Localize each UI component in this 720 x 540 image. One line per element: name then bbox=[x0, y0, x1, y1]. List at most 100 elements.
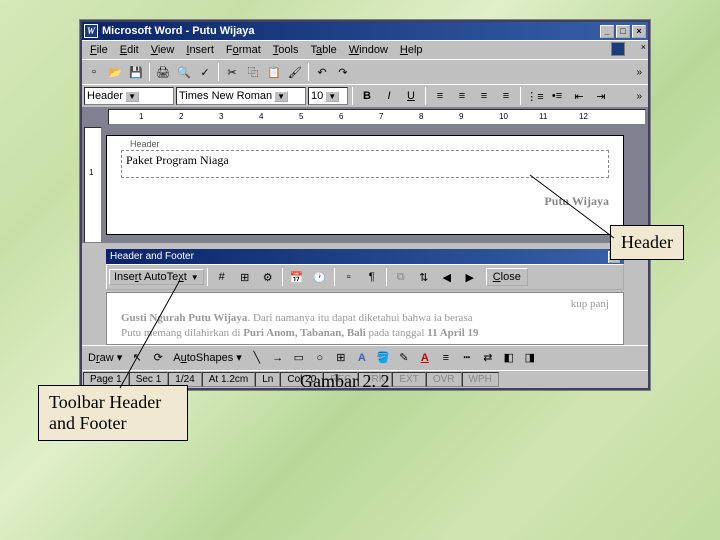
menu-help[interactable]: Help bbox=[394, 42, 429, 58]
font-color-icon[interactable]: A bbox=[415, 348, 435, 368]
format-painter-icon[interactable]: 🖌 bbox=[285, 62, 305, 82]
copy-icon[interactable]: ⿻ bbox=[243, 62, 263, 82]
3d-icon[interactable]: ◨ bbox=[520, 348, 540, 368]
print-preview-icon[interactable]: 🔍 bbox=[174, 62, 194, 82]
cut-icon[interactable]: ✂ bbox=[222, 62, 242, 82]
time-icon[interactable]: 🕐 bbox=[309, 267, 331, 287]
maximize-button[interactable]: □ bbox=[616, 25, 630, 38]
autoshapes-menu[interactable]: AutoShapes ▾ bbox=[169, 349, 246, 366]
style-value: Header bbox=[87, 90, 123, 102]
menu-tools[interactable]: Tools bbox=[267, 42, 305, 58]
word-app-icon: W bbox=[84, 24, 98, 38]
fill-color-icon[interactable]: 🪣 bbox=[373, 348, 393, 368]
page-setup-icon[interactable]: ▫ bbox=[338, 267, 360, 287]
draw-menu[interactable]: Draw ▾ bbox=[84, 349, 126, 366]
new-doc-icon[interactable]: ▫ bbox=[84, 62, 104, 82]
body-line: Putu memang dilahirkan di Puri Anom, Tab… bbox=[121, 326, 609, 340]
menu-view[interactable]: View bbox=[145, 42, 181, 58]
open-icon[interactable]: 📂 bbox=[105, 62, 125, 82]
shadow-icon[interactable]: ◧ bbox=[499, 348, 519, 368]
rotate-icon[interactable]: ⟳ bbox=[148, 348, 168, 368]
bullets-icon[interactable]: •≡ bbox=[547, 87, 567, 105]
align-center-icon[interactable]: ≡ bbox=[452, 87, 472, 105]
save-icon[interactable]: 💾 bbox=[126, 62, 146, 82]
dash-style-icon[interactable]: ┅ bbox=[457, 348, 477, 368]
menu-table[interactable]: Table bbox=[304, 42, 342, 58]
close-window-button[interactable]: × bbox=[632, 25, 646, 38]
decrease-indent-icon[interactable]: ⇤ bbox=[569, 87, 589, 105]
menu-bar: File Edit View Insert Format Tools Table… bbox=[82, 40, 648, 59]
status-ext: EXT bbox=[392, 372, 425, 387]
arrow-style-icon[interactable]: ⇄ bbox=[478, 348, 498, 368]
word-application-window: W Microsoft Word - Putu Wijaya _ □ × Fil… bbox=[80, 20, 650, 390]
underline-button[interactable]: U bbox=[401, 87, 421, 105]
line-style-icon[interactable]: ≡ bbox=[436, 348, 456, 368]
italic-button[interactable]: I bbox=[379, 87, 399, 105]
spellcheck-icon[interactable]: ✓ bbox=[195, 62, 215, 82]
same-as-previous-icon[interactable]: ⧉ bbox=[390, 267, 412, 287]
doc-close-button[interactable]: × bbox=[641, 42, 646, 58]
numbering-icon[interactable]: ⋮≡ bbox=[525, 87, 545, 105]
callout-header-label: Header bbox=[610, 225, 684, 260]
title-bar: W Microsoft Word - Putu Wijaya _ □ × bbox=[82, 22, 648, 40]
format-page-num-icon[interactable]: ⚙ bbox=[257, 267, 279, 287]
date-icon[interactable]: 📅 bbox=[286, 267, 308, 287]
page-number-icon[interactable]: # bbox=[211, 267, 233, 287]
oval-icon[interactable]: ○ bbox=[310, 348, 330, 368]
undo-icon[interactable]: ↶ bbox=[312, 62, 332, 82]
arrow-icon[interactable]: → bbox=[268, 348, 288, 368]
style-dropdown[interactable]: Header ▼ bbox=[84, 87, 174, 105]
formatting-toolbar: Header ▼ Times New Roman ▼ 10 ▼ B I U ≡ … bbox=[82, 84, 648, 107]
font-dropdown[interactable]: Times New Roman ▼ bbox=[176, 87, 306, 105]
align-left-icon[interactable]: ≡ bbox=[430, 87, 450, 105]
size-value: 10 bbox=[311, 90, 323, 102]
paste-icon[interactable]: 📋 bbox=[264, 62, 284, 82]
menu-edit[interactable]: Edit bbox=[114, 42, 145, 58]
align-justify-icon[interactable]: ≡ bbox=[496, 87, 516, 105]
status-at: At 1.2cm bbox=[202, 372, 255, 387]
menu-format[interactable]: Format bbox=[220, 42, 267, 58]
header-author: Putu Wijaya bbox=[121, 194, 609, 209]
insert-autotext-button[interactable]: Insert AutoText ▼ bbox=[109, 269, 204, 285]
redo-icon[interactable]: ↷ bbox=[333, 62, 353, 82]
show-hide-text-icon[interactable]: ¶ bbox=[361, 267, 383, 287]
body-line: kup panj bbox=[121, 297, 609, 311]
hf-toolbar-titlebar[interactable]: Header and Footer × bbox=[106, 249, 624, 264]
wordart-icon[interactable]: A bbox=[352, 348, 372, 368]
increase-indent-icon[interactable]: ⇥ bbox=[591, 87, 611, 105]
minimize-button[interactable]: _ bbox=[600, 25, 614, 38]
header-label: Header bbox=[128, 139, 162, 149]
horizontal-ruler[interactable]: L 1 2 3 4 5 6 7 8 9 10 11 12 bbox=[108, 109, 646, 125]
align-right-icon[interactable]: ≡ bbox=[474, 87, 494, 105]
header-edit-area[interactable]: Header Paket Program Niaga bbox=[121, 150, 609, 178]
bold-button[interactable]: B bbox=[357, 87, 377, 105]
line-icon[interactable]: ╲ bbox=[247, 348, 267, 368]
rectangle-icon[interactable]: ▭ bbox=[289, 348, 309, 368]
vertical-ruler[interactable]: 1 bbox=[84, 127, 102, 243]
body-line: Gusti Ngurah Putu Wijaya. Dari namanya i… bbox=[121, 311, 609, 325]
word-help-icon[interactable] bbox=[611, 42, 625, 56]
show-previous-icon[interactable]: ◀ bbox=[436, 267, 458, 287]
toolbar-expand-icon[interactable]: » bbox=[632, 89, 646, 104]
textbox-icon[interactable]: ⊞ bbox=[331, 348, 351, 368]
hf-toolbar-buttons: Insert AutoText ▼ # ⊞ ⚙ 📅 🕐 ▫ ¶ ⧉ ⇅ ◀ ▶ … bbox=[106, 264, 624, 290]
callout-toolbar-label: Toolbar Header and Footer bbox=[38, 385, 188, 441]
status-ln: Ln bbox=[255, 372, 280, 387]
menu-window[interactable]: Window bbox=[343, 42, 394, 58]
body-text-preview: kup panj Gusti Ngurah Putu Wijaya. Dari … bbox=[106, 292, 624, 345]
select-objects-icon[interactable]: ↖ bbox=[127, 348, 147, 368]
print-icon[interactable]: 🖨 bbox=[153, 62, 173, 82]
header-text[interactable]: Paket Program Niaga bbox=[126, 153, 604, 168]
chevron-down-icon: ▼ bbox=[325, 91, 339, 102]
font-size-dropdown[interactable]: 10 ▼ bbox=[308, 87, 348, 105]
toolbar-expand-icon[interactable]: » bbox=[632, 65, 646, 80]
show-next-icon[interactable]: ▶ bbox=[459, 267, 481, 287]
num-pages-icon[interactable]: ⊞ bbox=[234, 267, 256, 287]
chevron-down-icon: ▼ bbox=[191, 273, 199, 282]
menu-insert[interactable]: Insert bbox=[180, 42, 220, 58]
menu-file[interactable]: File bbox=[84, 42, 114, 58]
switch-header-footer-icon[interactable]: ⇅ bbox=[413, 267, 435, 287]
chevron-down-icon: ▼ bbox=[274, 91, 288, 102]
line-color-icon[interactable]: ✎ bbox=[394, 348, 414, 368]
hf-close-button[interactable]: Close bbox=[486, 268, 528, 286]
